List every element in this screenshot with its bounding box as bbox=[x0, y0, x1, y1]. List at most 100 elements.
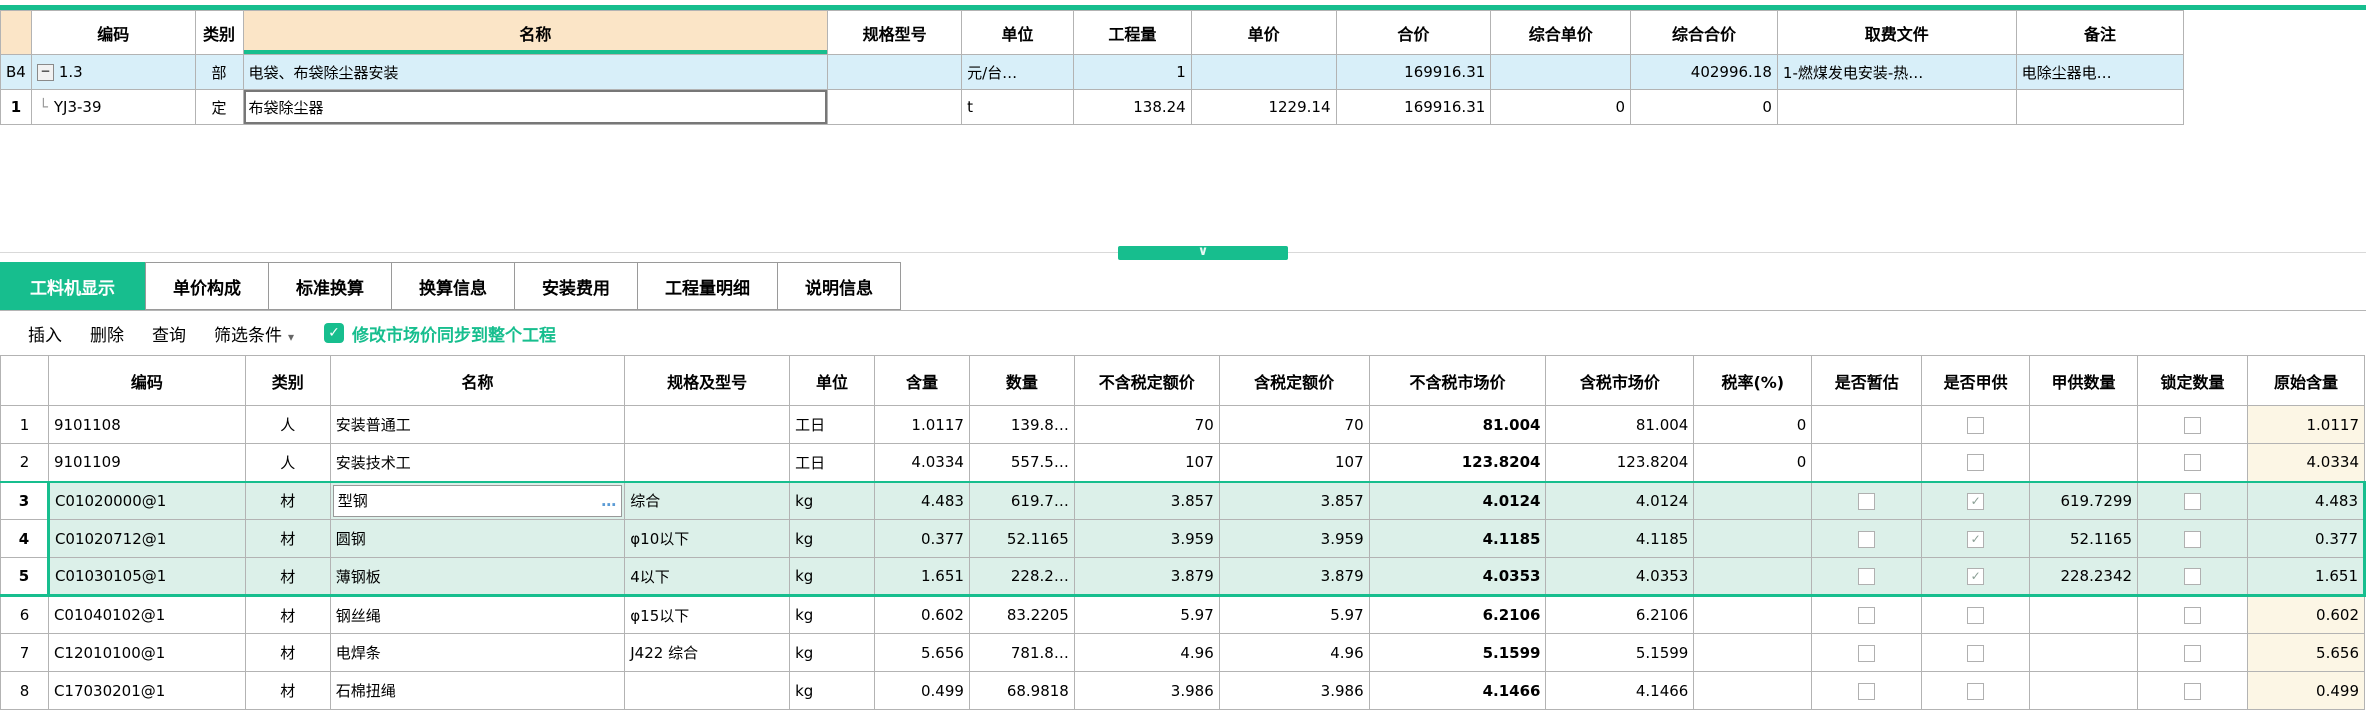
cell-spec[interactable] bbox=[624, 671, 791, 710]
cell-quantity[interactable]: 52.1165 bbox=[968, 519, 1075, 558]
cell-is-owner-supplied[interactable] bbox=[1921, 633, 2031, 672]
cell-category[interactable]: 人 bbox=[244, 443, 331, 482]
cell-category[interactable]: 定 bbox=[194, 89, 244, 125]
cell-supplied-quantity[interactable] bbox=[2029, 405, 2139, 444]
cell-is-estimated[interactable] bbox=[1811, 557, 1923, 597]
cell-locked-quantity[interactable] bbox=[2137, 633, 2248, 672]
cell-original-content[interactable]: 5.656 bbox=[2246, 633, 2366, 672]
cell-code[interactable]: 9101109 bbox=[47, 443, 246, 482]
locked-quantity-checkbox[interactable] bbox=[2183, 416, 2201, 434]
owner-supplied-checkbox[interactable] bbox=[1967, 416, 1985, 434]
row-number[interactable]: 4 bbox=[0, 519, 49, 558]
owner-supplied-checkbox[interactable] bbox=[1967, 644, 1985, 662]
cell-code[interactable]: └ YJ3-39 bbox=[30, 89, 196, 125]
cell-price-incl[interactable]: 3.986 bbox=[1218, 671, 1370, 710]
cell-spec[interactable]: 4以下 bbox=[624, 557, 791, 597]
collapse-icon[interactable]: − bbox=[36, 64, 54, 81]
cell-code[interactable]: C01020000@1 bbox=[46, 480, 246, 520]
cell-name-selected[interactable]: 布袋除尘器 bbox=[242, 89, 829, 125]
cell-price-excl[interactable]: 5.97 bbox=[1073, 595, 1220, 634]
estimated-checkbox[interactable] bbox=[1858, 682, 1876, 700]
cell-quantity[interactable]: 1 bbox=[1072, 54, 1192, 90]
estimated-checkbox[interactable] bbox=[1858, 492, 1876, 510]
cell-is-estimated[interactable] bbox=[1811, 671, 1923, 710]
cell-category[interactable]: 材 bbox=[244, 480, 331, 520]
cell-code[interactable]: C17030201@1 bbox=[47, 671, 246, 710]
cell-name[interactable]: 型钢… bbox=[329, 480, 626, 520]
cell-supplied-quantity[interactable] bbox=[2029, 443, 2139, 482]
tab-labor-material-machine[interactable]: 工料机显示 bbox=[0, 262, 145, 310]
cell-quantity[interactable]: 781.8… bbox=[968, 633, 1075, 672]
tab-installation-fee[interactable]: 安装费用 bbox=[515, 262, 638, 310]
cell-tax-rate[interactable]: 0 bbox=[1693, 443, 1813, 482]
cell-locked-quantity[interactable] bbox=[2137, 443, 2248, 482]
cell-unit-price[interactable] bbox=[1190, 54, 1337, 90]
cell-name[interactable]: 电袋、布袋除尘器安装 bbox=[242, 54, 829, 90]
cell-price-excl[interactable]: 107 bbox=[1073, 443, 1220, 482]
cell-content[interactable]: 0.499 bbox=[874, 671, 970, 710]
cell-fee-file[interactable]: 1-燃煤发电安装-热… bbox=[1776, 54, 2017, 90]
cell-code[interactable]: C12010100@1 bbox=[47, 633, 246, 672]
cell-is-owner-supplied[interactable] bbox=[1921, 671, 2031, 710]
cell-remark[interactable]: 电除尘器电… bbox=[2015, 54, 2185, 90]
cell-quantity[interactable]: 68.9818 bbox=[968, 671, 1075, 710]
cell-price-incl[interactable]: 3.879 bbox=[1218, 557, 1370, 597]
cell-name[interactable]: 电焊条 bbox=[329, 633, 626, 672]
cell-price-excl[interactable]: 70 bbox=[1073, 405, 1220, 444]
locked-quantity-checkbox[interactable] bbox=[2183, 682, 2201, 700]
cell-tax-rate[interactable] bbox=[1693, 480, 1813, 520]
cell-tax-rate[interactable] bbox=[1693, 519, 1813, 558]
cell-content[interactable]: 4.483 bbox=[874, 480, 970, 520]
cell-original-content[interactable]: 4.0334 bbox=[2246, 443, 2366, 482]
cell-price-excl[interactable]: 4.96 bbox=[1073, 633, 1220, 672]
cell-name[interactable]: 薄钢板 bbox=[329, 557, 626, 597]
row-number[interactable]: 8 bbox=[0, 671, 49, 710]
cell-category[interactable]: 材 bbox=[244, 557, 331, 597]
cell-unit[interactable]: kg bbox=[789, 633, 875, 672]
splitter-collapse-handle[interactable]: ∨ bbox=[1118, 245, 1288, 260]
cell-code[interactable]: C01040102@1 bbox=[47, 595, 246, 634]
cell-market-excl[interactable]: 4.1466 bbox=[1368, 671, 1547, 710]
row-number[interactable]: 1 bbox=[0, 405, 49, 444]
cell-market-excl[interactable]: 6.2106 bbox=[1368, 595, 1547, 634]
cell-is-estimated[interactable] bbox=[1811, 633, 1923, 672]
cell-supplied-quantity[interactable]: 228.2342 bbox=[2029, 557, 2139, 597]
row-number[interactable]: 6 bbox=[0, 595, 49, 634]
cell-price-excl[interactable]: 3.959 bbox=[1073, 519, 1220, 558]
cell-tax-rate[interactable] bbox=[1693, 671, 1813, 710]
row-number[interactable]: 1 bbox=[0, 89, 32, 125]
cell-original-content[interactable]: 0.602 bbox=[2246, 595, 2366, 634]
cell-price-incl[interactable]: 3.857 bbox=[1218, 480, 1370, 520]
cell-name[interactable]: 安装普通工 bbox=[329, 405, 626, 444]
cell-quantity[interactable]: 228.2… bbox=[968, 557, 1075, 597]
cell-quantity[interactable]: 138.24 bbox=[1072, 89, 1192, 125]
cell-quantity[interactable]: 139.8… bbox=[968, 405, 1075, 444]
cell-unit[interactable]: 工日 bbox=[789, 443, 875, 482]
cell-is-owner-supplied[interactable] bbox=[1921, 595, 2031, 634]
cell-market-incl[interactable]: 4.0353 bbox=[1545, 557, 1695, 597]
cell-price-incl[interactable]: 5.97 bbox=[1218, 595, 1370, 634]
cell-spec[interactable]: 综合 bbox=[624, 480, 791, 520]
cell-market-excl[interactable]: 123.8204 bbox=[1368, 443, 1547, 482]
row-number[interactable]: 7 bbox=[0, 633, 49, 672]
cell-is-estimated[interactable] bbox=[1811, 480, 1923, 520]
estimated-checkbox[interactable] bbox=[1858, 607, 1876, 624]
cell-original-content[interactable]: 1.0117 bbox=[2246, 405, 2366, 444]
cell-locked-quantity[interactable] bbox=[2137, 557, 2248, 597]
cell-price-excl[interactable]: 3.879 bbox=[1073, 557, 1220, 597]
cell-code[interactable]: C01030105@1 bbox=[46, 557, 246, 597]
cell-original-content[interactable]: 0.499 bbox=[2246, 671, 2366, 710]
cell-code[interactable]: −1.3 bbox=[30, 54, 196, 90]
cell-market-excl[interactable]: 4.1185 bbox=[1368, 519, 1547, 558]
cell-market-incl[interactable]: 5.1599 bbox=[1545, 633, 1695, 672]
cell-is-owner-supplied[interactable]: ✓ bbox=[1921, 557, 2031, 597]
owner-supplied-checkbox[interactable]: ✓ bbox=[1967, 530, 1985, 548]
cell-is-owner-supplied[interactable]: ✓ bbox=[1921, 519, 2031, 558]
cell-category[interactable]: 部 bbox=[194, 54, 244, 90]
cell-content[interactable]: 1.651 bbox=[874, 557, 970, 597]
locked-quantity-checkbox[interactable] bbox=[2183, 644, 2201, 662]
locked-quantity-checkbox[interactable] bbox=[2183, 492, 2201, 510]
cell-unit[interactable]: 工日 bbox=[789, 405, 875, 444]
cell-market-excl[interactable]: 81.004 bbox=[1368, 405, 1547, 444]
cell-price-incl[interactable]: 107 bbox=[1218, 443, 1370, 482]
